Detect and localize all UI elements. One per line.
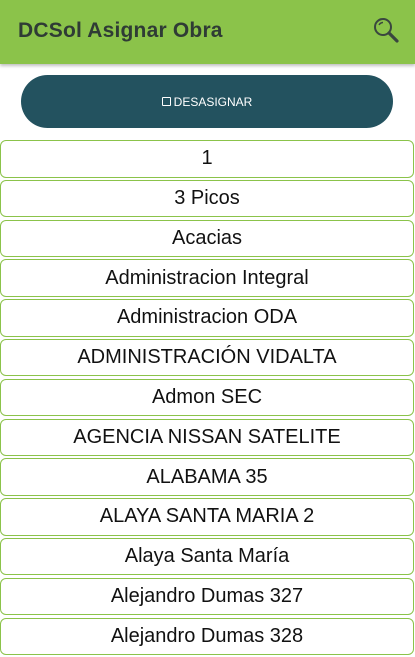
list-item[interactable]: Acacias [0, 219, 414, 258]
list-item-label: Administracion ODA [116, 306, 298, 329]
checkbox-icon [161, 97, 171, 106]
list-item-label: Admon SEC [151, 386, 263, 409]
list-item[interactable]: 1 [0, 140, 414, 178]
list-item[interactable]: AGENCIA NISSAN SATELITE [0, 418, 414, 457]
list-item-label: 3 Picos [174, 187, 240, 210]
desasignar-button[interactable]: DESASIGNAR [21, 75, 393, 128]
list-item-label: Administracion Integral [105, 266, 309, 289]
search-icon[interactable] [371, 16, 401, 46]
list-item-label: 1 [201, 147, 213, 170]
list-item-label: Acacias [171, 226, 243, 249]
list-item-label: ALAYA SANTA MARIA 2 [99, 505, 315, 528]
list-item-label: ADMINISTRACIÓN VIDALTA [77, 346, 337, 369]
list-item[interactable]: 3 Picos [0, 179, 414, 218]
list-item[interactable]: Alaya Santa María [0, 537, 414, 576]
list-item[interactable]: Alejandro Dumas 328 [0, 617, 414, 656]
desasignar-label: DESASIGNAR [173, 94, 253, 109]
list-item[interactable]: ALAYA SANTA MARIA 2 [0, 498, 414, 536]
list-item-label: Alejandro Dumas 328 [110, 624, 304, 647]
list-item-label: ALABAMA 35 [146, 465, 268, 488]
list-item[interactable]: ADMINISTRACIÓN VIDALTA [0, 338, 414, 377]
list-item-label: AGENCIA NISSAN SATELITE [73, 425, 341, 448]
list-item[interactable]: Administracion Integral [0, 259, 414, 297]
list-item[interactable]: Admon SEC [0, 378, 414, 417]
list-item-label: Alejandro Dumas 327 [110, 585, 304, 608]
list-item-label: Alaya Santa María [124, 545, 290, 568]
action-area: DESASIGNAR [0, 64, 415, 140]
app-bar: DCSol Asignar Obra [0, 0, 415, 64]
obra-list: 1 3 Picos Acacias Administracion Integral Ad… [0, 140, 415, 657]
list-item[interactable]: Alejandro Dumas 327 [0, 577, 414, 616]
page-title: DCSol Asignar Obra [18, 19, 223, 42]
list-item[interactable]: Administracion ODA [0, 299, 414, 337]
list-item[interactable]: ALABAMA 35 [0, 458, 414, 496]
